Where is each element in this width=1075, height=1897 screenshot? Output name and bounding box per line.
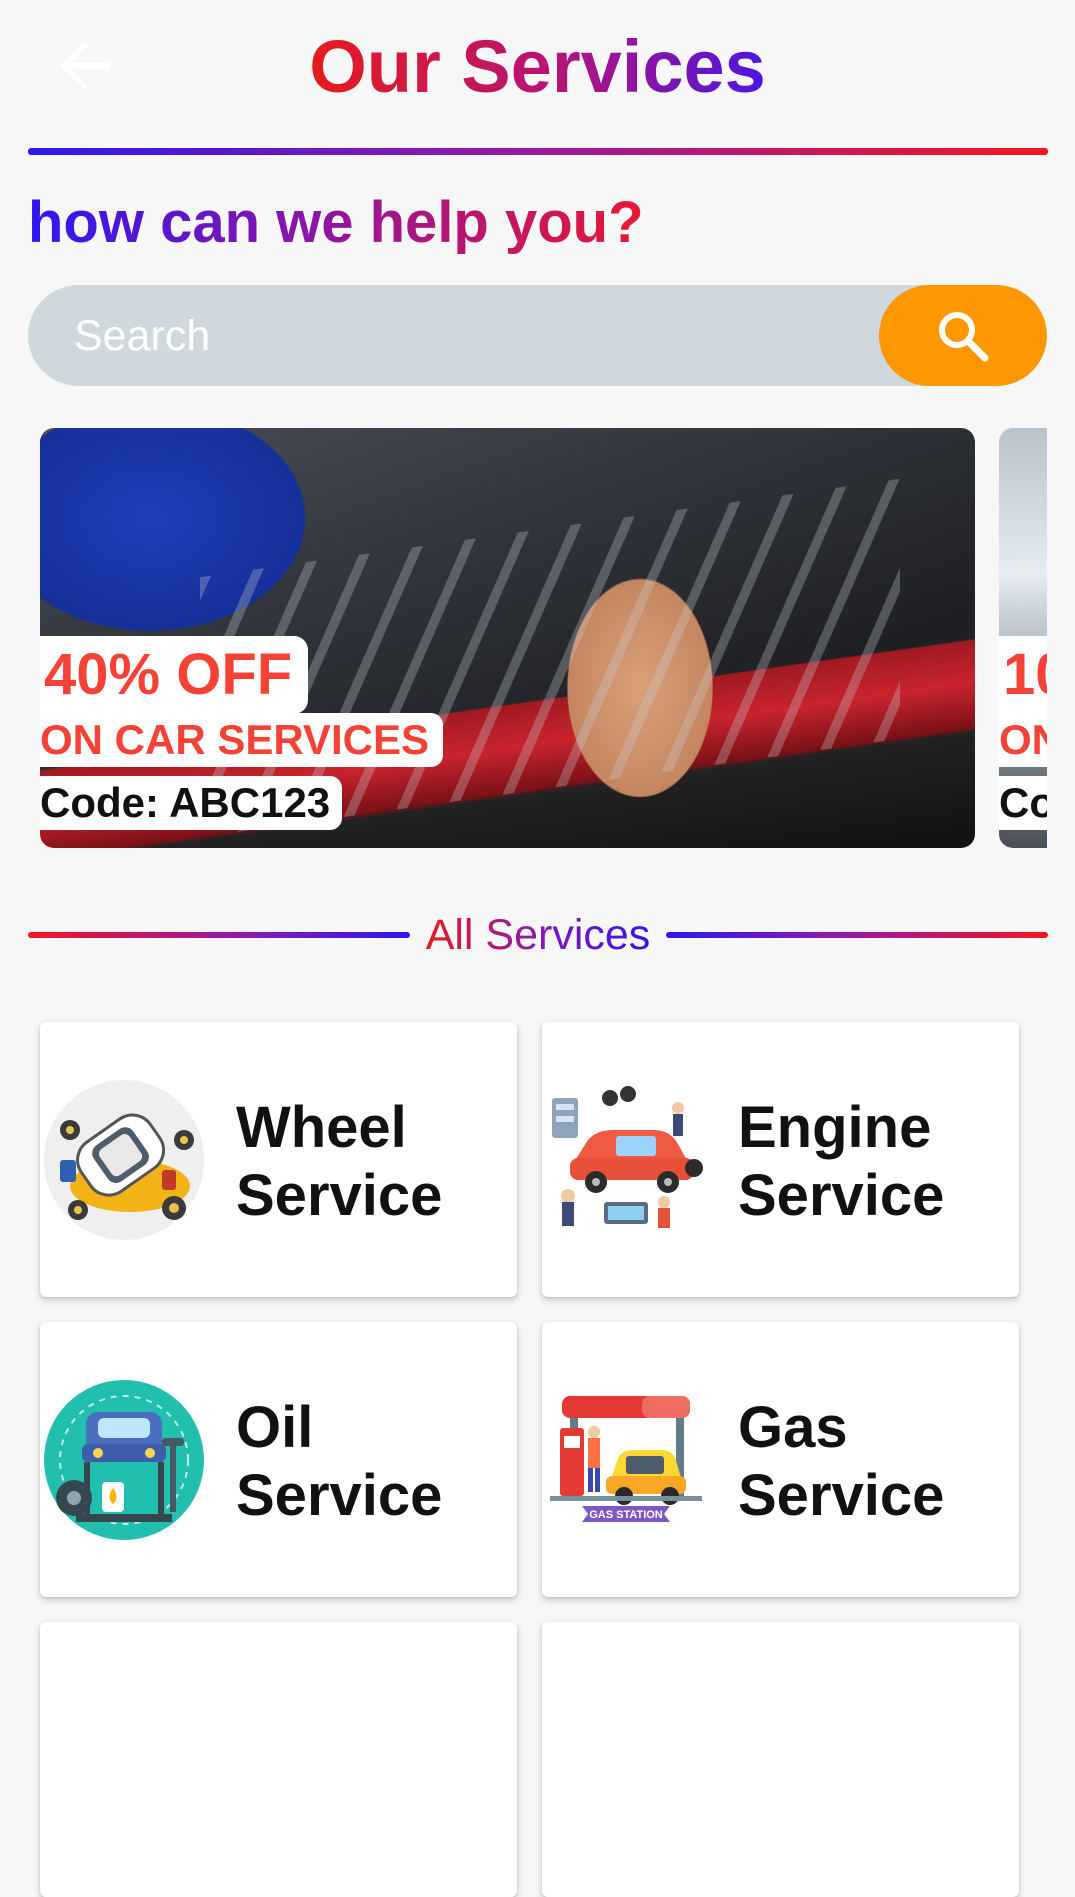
divider-line-left [28,932,410,938]
search-icon [939,311,989,361]
service-name-line1: Wheel [236,1095,407,1160]
service-name-line1: Gas [738,1395,848,1460]
offer-discount: 10 [999,636,1047,714]
offer-carousel[interactable]: 40% OFF ON CAR SERVICES Code: ABC123 10 … [40,428,1047,848]
offer-banner[interactable]: 10 ON Co [999,428,1047,848]
offer-discount: 40% OFF [40,636,309,714]
app-header: Our Services [0,0,1075,140]
service-name-line2: Service [236,1463,443,1528]
divider-line-right [666,932,1048,938]
service-card-engine[interactable]: Engine Service [542,1022,1019,1297]
search-input[interactable] [72,285,856,386]
service-name-line1: Engine [738,1095,932,1160]
page-title: Our Services [0,22,1075,112]
service-name: Engine Service [738,1094,1008,1230]
help-heading-text: how can we help you? [28,190,644,255]
service-name: Wheel Service [236,1094,506,1230]
header-divider [28,148,1048,155]
service-name-line1: Oil [236,1395,314,1460]
gas-station-illustration: GAS STATION [550,1396,702,1522]
offer-subtitle: ON [999,713,1047,767]
search-bar [28,285,1047,386]
search-button[interactable] [879,285,1047,386]
gas-station-sign-text: GAS STATION [589,1509,663,1521]
offer-code: Code: ABC123 [40,776,343,830]
all-services-label-text: All Services [425,911,651,959]
service-name-line2: Service [738,1163,945,1228]
service-card[interactable] [40,1622,517,1897]
all-services-divider: All Services [28,905,1048,965]
service-name-line2: Service [236,1163,443,1228]
service-name: Oil Service [236,1394,506,1530]
offer-banner[interactable]: 40% OFF ON CAR SERVICES Code: ABC123 [40,428,975,848]
service-card-gas[interactable]: GAS STATION Gas Service [542,1322,1019,1597]
service-name: Gas Service [738,1394,1008,1530]
page-title-text: Our Services [309,25,766,108]
service-card-wheel[interactable]: Wheel Service [40,1022,517,1297]
engine-service-illustration [552,1086,703,1228]
all-services-label: All Services [410,909,666,961]
service-card[interactable] [542,1622,1019,1897]
wheel-service-illustration [44,1080,204,1240]
help-heading: how can we help you? [28,188,644,258]
offer-subtitle: ON CAR SERVICES [40,713,443,767]
service-name-line2: Service [738,1463,945,1528]
service-card-oil[interactable]: Oil Service [40,1322,517,1597]
offer-code: Co [999,776,1047,830]
oil-service-illustration [44,1380,204,1540]
